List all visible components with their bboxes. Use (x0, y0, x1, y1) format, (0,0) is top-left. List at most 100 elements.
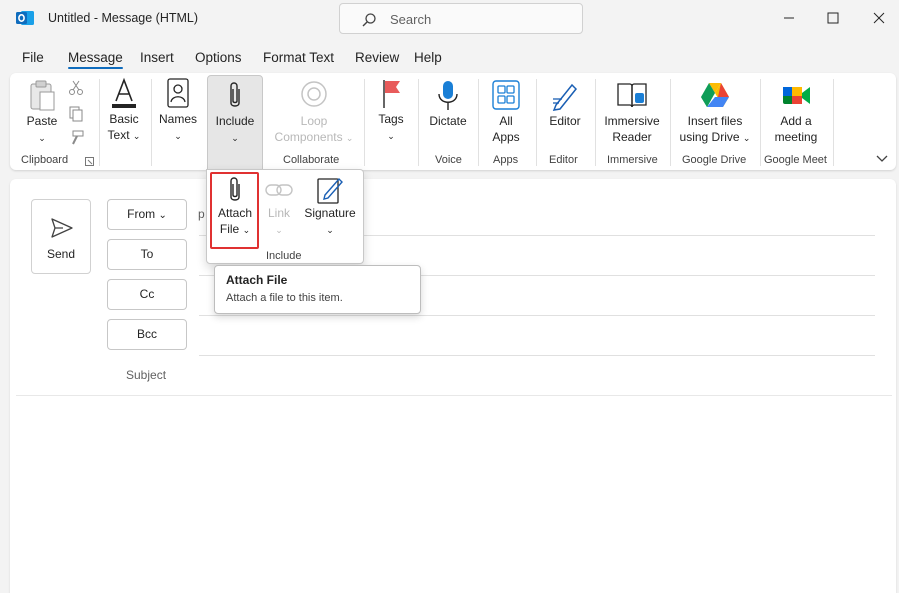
all-apps-label-2: Apps (492, 130, 520, 144)
include-button[interactable]: Include ⌄ (207, 75, 263, 170)
group-google-drive-label: Google Drive (682, 154, 747, 166)
search-icon (362, 13, 376, 27)
subject-label: Subject (126, 368, 167, 382)
drive-label-1: Insert files (687, 114, 743, 128)
flag-icon (383, 80, 400, 108)
paste-icon (30, 80, 55, 111)
chevron-down-icon: ⌄ (326, 225, 334, 235)
dictate-button[interactable]: Dictate (424, 79, 472, 129)
title-bar: Untitled - Message (HTML) Search (0, 0, 899, 38)
microphone-icon (438, 81, 458, 110)
ribbon-collapse-chevron-icon[interactable] (876, 153, 888, 163)
separator (760, 79, 761, 166)
from-value: p (198, 207, 205, 221)
link-button[interactable]: Link ⌄ (261, 175, 297, 238)
to-label: To (140, 247, 154, 261)
menu-help[interactable]: Help (414, 50, 442, 65)
group-apps-label: Apps (493, 154, 519, 166)
dialog-launcher-icon[interactable] (85, 157, 94, 166)
separator (418, 79, 419, 166)
paperclip-icon (230, 82, 240, 107)
all-apps-button[interactable]: All Apps (484, 79, 528, 145)
bcc-label: Bcc (136, 327, 157, 341)
send-button[interactable]: Send (31, 199, 91, 274)
cc-button[interactable]: Cc (107, 279, 187, 310)
menu-options[interactable]: Options (195, 50, 242, 65)
tooltip-description: Attach a file to this item. (226, 292, 343, 304)
menu-review[interactable]: Review (355, 50, 399, 65)
basic-text-label-2: Text (107, 128, 130, 142)
compose-area: Send From ⌄ p To Cc Bcc Subject (10, 179, 896, 593)
send-arrow-icon (51, 218, 73, 238)
apps-grid-icon (492, 80, 520, 110)
basic-text-label-1: Basic (109, 112, 139, 126)
meeting-label-2: meeting (774, 130, 818, 144)
immersive-label-2: Reader (612, 130, 652, 144)
insert-drive-button[interactable]: Insert files using Drive ⌄ (674, 79, 756, 146)
include-group-label: Include (266, 250, 302, 262)
chevron-down-icon: ⌄ (345, 133, 354, 143)
paste-label: Paste (26, 114, 58, 128)
subject-body-divider (16, 395, 892, 396)
menu-insert[interactable]: Insert (140, 50, 174, 65)
group-immersive-label: Immersive (607, 154, 658, 166)
separator (833, 79, 834, 166)
all-apps-label-1: All (499, 114, 513, 128)
paste-button[interactable]: Paste ⌄ (24, 79, 60, 146)
chevron-down-icon: ⌄ (174, 131, 182, 141)
signature-button[interactable]: Signature ⌄ (301, 175, 359, 238)
bcc-field-line[interactable] (199, 355, 875, 356)
group-clipboard-label: Clipboard (21, 154, 69, 166)
cut-icon[interactable] (68, 80, 84, 96)
chevron-down-icon: ⌄ (158, 210, 167, 221)
separator (536, 79, 537, 166)
loop-icon (301, 81, 327, 107)
menu-file[interactable]: File (22, 50, 44, 65)
copy-icon[interactable] (68, 106, 84, 122)
immersive-reader-button[interactable]: Immersive Reader (600, 79, 664, 145)
signature-label: Signature (304, 206, 356, 220)
names-label: Names (158, 112, 197, 126)
basic-text-button[interactable]: Basic Text ⌄ (102, 77, 146, 144)
menu-message[interactable]: Message (68, 50, 123, 69)
menu-bar: File Message Insert Options Format Text … (0, 44, 899, 70)
add-meeting-button[interactable]: Add a meeting (766, 79, 826, 145)
immersive-reader-icon (617, 83, 647, 108)
cc-label: Cc (139, 287, 155, 301)
separator (670, 79, 671, 166)
signature-icon (317, 177, 343, 204)
to-button[interactable]: To (107, 239, 187, 270)
tags-label: Tags (378, 112, 404, 126)
editor-button[interactable]: Editor (542, 79, 588, 129)
include-label: Include (215, 114, 255, 128)
chevron-down-icon: ⌄ (132, 131, 141, 141)
names-button[interactable]: Names ⌄ (156, 77, 200, 144)
link-label: Link (267, 206, 290, 220)
window-title: Untitled - Message (HTML) (48, 11, 199, 25)
loop-label-1: Loop (300, 114, 328, 128)
attach-file-highlight (210, 172, 259, 249)
from-button[interactable]: From ⌄ (107, 199, 187, 230)
search-box[interactable]: Search (339, 3, 583, 34)
cc-field-line[interactable] (199, 315, 875, 316)
editor-pen-icon (552, 83, 578, 111)
tags-button[interactable]: Tags ⌄ (372, 77, 410, 144)
minimize-icon[interactable] (776, 6, 802, 30)
format-painter-icon[interactable] (68, 130, 84, 146)
immersive-label-1: Immersive (604, 114, 660, 128)
from-label: From (127, 207, 156, 221)
chevron-down-icon: ⌄ (387, 131, 395, 141)
send-label: Send (46, 247, 76, 261)
loop-components-button[interactable]: Loop Components ⌄ (272, 79, 356, 146)
separator (364, 79, 365, 166)
group-editor-label: Editor (549, 154, 578, 166)
drive-label-2: using Drive (679, 130, 740, 144)
link-icon (265, 184, 293, 196)
maximize-icon[interactable] (820, 6, 846, 30)
menu-format-text[interactable]: Format Text (263, 50, 334, 65)
meeting-label-1: Add a (780, 114, 812, 128)
include-inner: Include ⌄ (208, 79, 262, 146)
separator (595, 79, 596, 166)
close-icon[interactable] (866, 6, 892, 30)
bcc-button[interactable]: Bcc (107, 319, 187, 350)
